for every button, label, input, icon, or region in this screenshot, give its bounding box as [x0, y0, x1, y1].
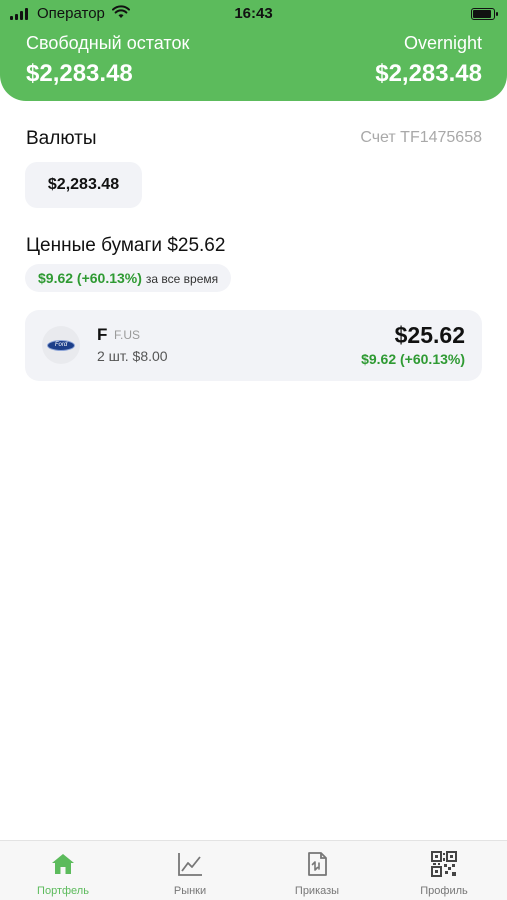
overnight-label: Overnight	[403, 33, 482, 53]
orders-icon	[308, 852, 327, 876]
chart-icon	[178, 853, 202, 876]
free-balance-value: $2,283.48	[26, 60, 133, 87]
holding-quantity: 2 шт. $8.00	[97, 348, 168, 364]
home-icon	[52, 854, 74, 874]
total-gain-chip[interactable]: $9.62 (+60.13%) за все время	[25, 264, 232, 292]
tab-profile[interactable]: Профиль	[381, 841, 507, 900]
status-bar: Оператор 16:43	[0, 0, 507, 28]
currency-balance-chip[interactable]: $2,283.48	[25, 162, 142, 208]
holding-gain: $9.62 (+60.13%)	[361, 351, 465, 367]
holding-card[interactable]: Ford F F.US 2 шт. $8.00 $25.62 $9.62 (+6…	[25, 310, 482, 381]
account-number[interactable]: Счет TF1475658	[360, 129, 482, 147]
ford-logo-icon: Ford	[42, 326, 80, 364]
qr-code-icon	[431, 851, 457, 877]
free-balance-label: Свободный остаток	[26, 33, 190, 53]
tab-orders-label: Приказы	[294, 885, 340, 897]
holding-value: $25.62	[394, 322, 465, 348]
tab-portfolio-label: Портфель	[37, 885, 89, 897]
tab-profile-label: Профиль	[420, 885, 468, 897]
tab-bar: Портфель Рынки Приказы Профиль	[0, 840, 507, 900]
clock: 16:43	[234, 5, 273, 22]
holding-ticker: F	[97, 325, 108, 344]
tab-markets[interactable]: Рынки	[127, 841, 253, 900]
tab-portfolio[interactable]: Портфель	[0, 841, 126, 900]
tab-markets-label: Рынки	[173, 885, 207, 897]
holding-exchange: F.US	[114, 328, 141, 342]
gain-period: за все время	[145, 272, 219, 286]
currencies-title: Валюты	[26, 128, 97, 149]
securities-title: Ценные бумаги $25.62	[26, 235, 226, 256]
battery-icon	[471, 8, 498, 20]
total-gain-value: $9.62 (+60.13%)	[38, 270, 142, 286]
tab-orders[interactable]: Приказы	[254, 841, 380, 900]
portfolio-header: Оператор 16:43 Свободный остаток $2,283.…	[0, 0, 507, 101]
overnight-value: $2,283.48	[375, 60, 482, 87]
